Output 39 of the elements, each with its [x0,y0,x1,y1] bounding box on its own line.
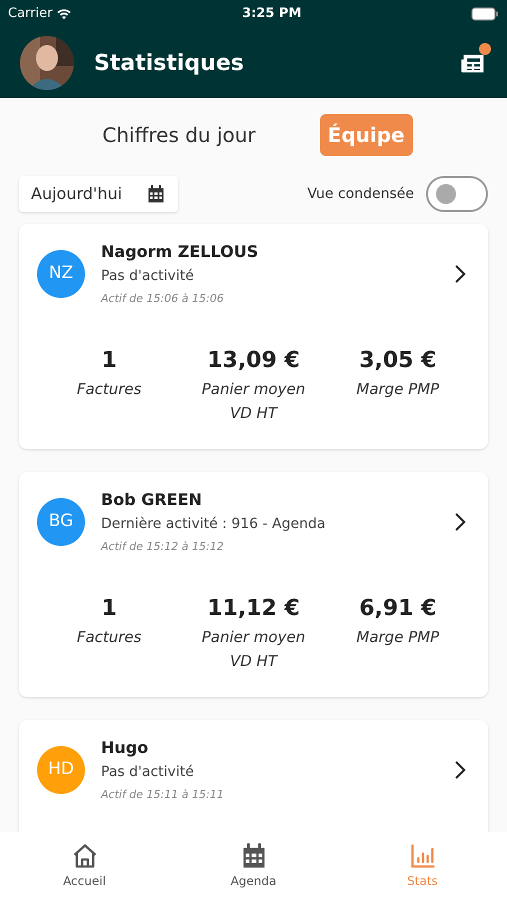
activity-text: Dernière activité : 916 - Agenda [101,515,326,534]
active-range: Actif de 15:11 à 15:11 [101,787,225,803]
user-name: Nagorm ZELLOUS [101,241,260,263]
active-range: Actif de 15:12 à 15:12 [101,539,225,555]
user-card[interactable]: BG Bob GREEN Dernière activité : 916 - Agenda Actif de 15:12 à 15:12 1 Factures 11,12 € Panier moyen VD HT 6,91 € Marge PMP [19,472,488,697]
stat-label: Panier moyen VD HT [200,626,306,672]
activity-text: Pas d'activité [101,267,195,286]
user-name: Hugo [101,737,150,759]
active-range: Actif de 15:06 à 15:06 [101,291,225,307]
activity-text: Pas d'activité [101,763,195,782]
status-time: 3:25 PM [242,5,302,24]
page-title: Statistiques [94,50,245,78]
stat-value: 1 [102,594,117,622]
tab-bar-item[interactable]: Accueil [0,832,169,900]
battery-icon [470,7,499,21]
calendar-icon [146,184,166,204]
stat-label: Factures [76,626,142,648]
bar-chart-icon [408,842,436,870]
stat-label: Factures [76,378,142,400]
date-field[interactable]: Aujourd'hui [19,176,178,212]
condensed-switch[interactable] [426,176,488,212]
stat-value: 11,12 € [207,594,300,622]
stat-label: Marge PMP [355,626,440,648]
stat-value: 6,91 € [359,594,436,622]
tab-bar-item[interactable]: Agenda [169,832,338,900]
initials-avatar: HD [37,746,85,794]
stat-value: 1 [102,346,117,374]
user-card[interactable]: NZ Nagorm ZELLOUS Pas d'activité Actif de 15:06 à 15:06 1 Factures 13,09 € Panier moyen VD HT 3,05 € Marge PMP [19,224,488,449]
stat-label: Marge PMP [355,378,440,400]
carrier-label: Carrier [8,5,52,24]
initials-avatar: BG [37,498,85,546]
toggle-label: Vue condensée [307,184,414,204]
initials-avatar: NZ [37,250,85,298]
user-name: Bob GREEN [101,489,203,511]
stat-value: 3,05 € [359,346,436,374]
user-card[interactable]: HD Hugo Pas d'activité Actif de 15:11 à 15:11 [19,720,488,832]
stat-label: Panier moyen VD HT [200,378,306,424]
stat-value: 13,09 € [207,346,300,374]
segment-tab[interactable]: Chiffres du jour [94,114,264,156]
